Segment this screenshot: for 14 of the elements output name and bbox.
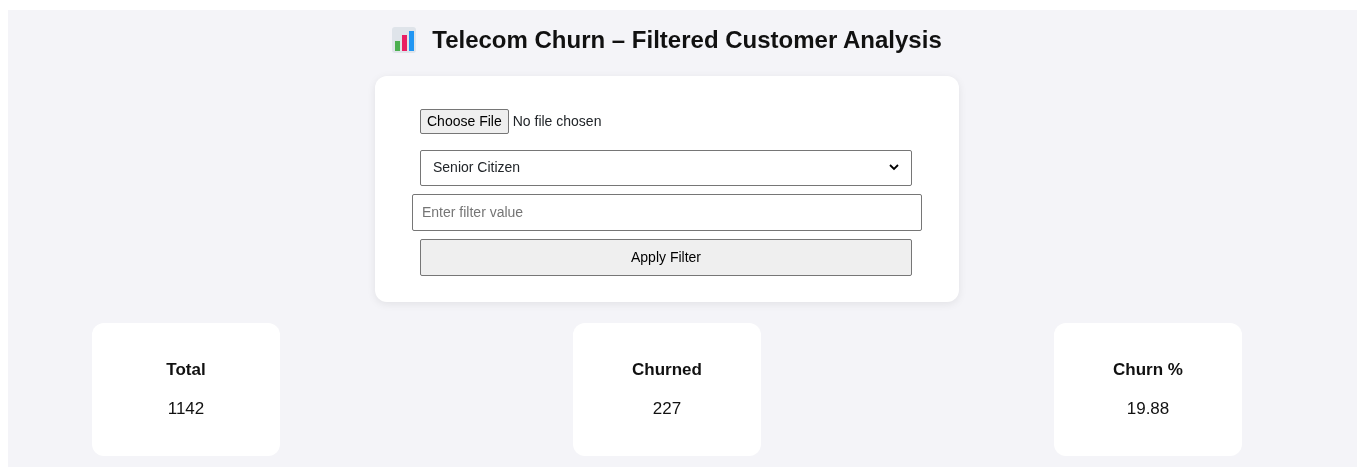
bar-chart-icon — [392, 27, 417, 54]
stat-label: Churned — [632, 358, 702, 381]
choose-file-button[interactable]: Choose File — [420, 108, 509, 134]
stat-label: Total — [166, 358, 206, 381]
stat-label: Churn % — [1113, 358, 1183, 381]
filter-value-input[interactable]: Enter filter value — [412, 193, 922, 231]
apply-filter-button[interactable]: Apply Filter — [420, 238, 912, 276]
chevron-down-icon — [889, 164, 899, 172]
stat-value: 227 — [652, 398, 682, 421]
file-status: No file chosen — [512, 111, 602, 131]
filter-select[interactable]: Senior Citizen — [420, 149, 912, 186]
stat-value: 1142 — [167, 398, 205, 421]
stat-value: 19.88 — [1126, 398, 1170, 421]
page-title: Telecom Churn – Filtered Customer Analysis — [432, 26, 942, 55]
